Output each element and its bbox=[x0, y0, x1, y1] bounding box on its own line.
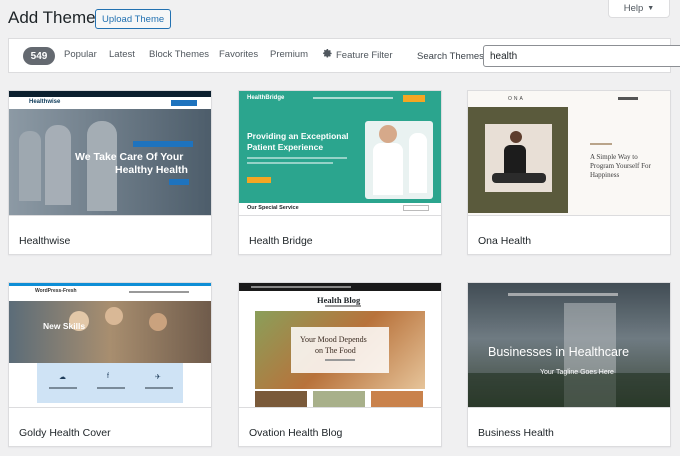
tab-premium[interactable]: Premium bbox=[270, 49, 308, 60]
theme-screenshot[interactable]: Healthwise We Take Care Of Your Healthy … bbox=[9, 91, 211, 215]
preview-logo: WordPress-Fresh bbox=[35, 288, 77, 294]
upload-theme-button[interactable]: Upload Theme bbox=[95, 9, 172, 29]
preview-logo: Healthwise bbox=[29, 99, 61, 105]
help-tab-button[interactable]: Help ▼ bbox=[608, 0, 670, 18]
theme-screenshot[interactable]: Businesses in Healthcare Your Tagline Go… bbox=[468, 283, 670, 407]
tab-block-themes[interactable]: Block Themes bbox=[149, 49, 209, 60]
theme-name: Ona Health bbox=[478, 235, 532, 247]
theme-count-badge: 549 bbox=[23, 47, 55, 65]
theme-name: Business Health bbox=[478, 427, 554, 439]
preview-tagline-3: Happiness bbox=[590, 171, 620, 179]
theme-card-business-health[interactable]: Businesses in Healthcare Your Tagline Go… bbox=[467, 282, 671, 447]
theme-card-health-bridge[interactable]: HealthBridge Providing an Exceptional Pa… bbox=[238, 90, 442, 255]
preview-headline-1: Your Mood Depends bbox=[300, 335, 367, 344]
theme-name: Goldy Health Cover bbox=[19, 427, 111, 439]
theme-filter-bar: 549 Popular Latest Block Themes Favorite… bbox=[8, 38, 680, 73]
theme-name: Healthwise bbox=[19, 235, 71, 247]
preview-headline-2: on The Food bbox=[315, 346, 356, 355]
preview-headline-1: We Take Care Of Your bbox=[75, 151, 184, 163]
feature-filter-label: Feature Filter bbox=[336, 50, 393, 61]
gear-icon bbox=[323, 49, 332, 58]
preview-logo: ONA bbox=[508, 96, 525, 102]
theme-screenshot[interactable]: HealthBridge Providing an Exceptional Pa… bbox=[239, 91, 441, 215]
tab-popular[interactable]: Popular bbox=[64, 49, 97, 60]
theme-card-healthwise[interactable]: Healthwise We Take Care Of Your Healthy … bbox=[8, 90, 212, 255]
theme-card-ona-health[interactable]: ONA A Simple Way to Program Yourself For… bbox=[467, 90, 671, 255]
caret-down-icon: ▼ bbox=[647, 5, 655, 12]
preview-tagline-1: A Simple Way to bbox=[590, 153, 638, 161]
preview-headline-2: Patient Experience bbox=[247, 142, 324, 152]
preview-subline: Your Tagline Goes Here bbox=[540, 369, 614, 376]
preview-tagline-2: Program Yourself For bbox=[590, 162, 651, 170]
preview-headline: New Skills bbox=[43, 321, 86, 331]
preview-logo: HealthBridge bbox=[247, 95, 285, 101]
search-themes-label: Search Themes bbox=[417, 51, 484, 62]
preview-headline-2: Healthy Health bbox=[115, 164, 188, 176]
preview-section-title: Our Special Service bbox=[247, 205, 299, 211]
theme-name: Health Bridge bbox=[249, 235, 313, 247]
feature-filter-button[interactable]: Feature Filter bbox=[323, 49, 393, 61]
page-title: Add Themes bbox=[8, 8, 105, 27]
preview-logo: Health Blog bbox=[317, 295, 361, 305]
theme-card-goldy-health-cover[interactable]: WordPress-Fresh New Skills ☁ f ✈ Goldy H… bbox=[8, 282, 212, 447]
tab-favorites[interactable]: Favorites bbox=[219, 49, 258, 60]
tab-latest[interactable]: Latest bbox=[109, 49, 135, 60]
search-themes-input[interactable] bbox=[483, 45, 680, 67]
theme-screenshot[interactable]: WordPress-Fresh New Skills ☁ f ✈ bbox=[9, 283, 211, 407]
page-header: Add Themes Upload Theme Help ▼ bbox=[0, 0, 680, 36]
preview-headline: Businesses in Healthcare bbox=[488, 345, 630, 359]
theme-screenshot[interactable]: ONA A Simple Way to Program Yourself For… bbox=[468, 91, 670, 215]
help-label: Help bbox=[623, 3, 644, 14]
theme-card-ovation-health-blog[interactable]: Health Blog Your Mood Depends on The Foo… bbox=[238, 282, 442, 447]
preview-headline-1: Providing an Exceptional bbox=[247, 131, 349, 141]
theme-screenshot[interactable]: Health Blog Your Mood Depends on The Foo… bbox=[239, 283, 441, 407]
theme-name: Ovation Health Blog bbox=[249, 427, 343, 439]
